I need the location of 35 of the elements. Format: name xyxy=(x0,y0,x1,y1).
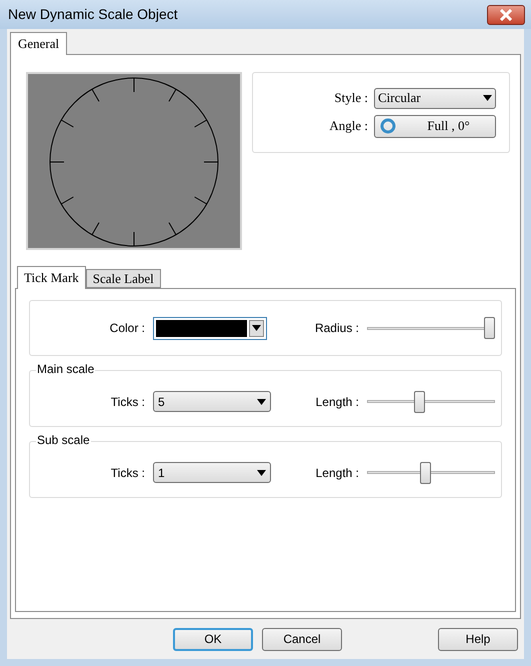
slider[interactable] xyxy=(367,460,495,484)
dropdown[interactable]: 5 xyxy=(153,391,271,412)
dialog-button[interactable]: OK xyxy=(173,628,253,650)
window-title: New Dynamic Scale Object xyxy=(8,5,178,24)
close-icon xyxy=(499,8,513,20)
close-button[interactable] xyxy=(487,4,525,24)
slider-thumb[interactable] xyxy=(484,317,495,339)
style-dropdown[interactable]: Circular xyxy=(374,88,496,108)
slider-thumb[interactable] xyxy=(414,390,425,412)
field-label: Radius : xyxy=(314,320,360,337)
field-label: Length : xyxy=(314,464,360,482)
field-label: Angle : xyxy=(329,117,368,136)
caret-icon xyxy=(257,398,266,404)
color-picker[interactable] xyxy=(153,316,267,340)
ring-icon xyxy=(380,118,396,134)
dialog-button[interactable]: Cancel xyxy=(262,628,342,650)
angle-button[interactable]: Full , 0° xyxy=(374,114,496,138)
field-label: Color : xyxy=(108,320,146,337)
tab[interactable]: Tick Mark xyxy=(17,266,86,289)
caret-icon xyxy=(483,95,492,101)
caret-icon[interactable] xyxy=(249,320,264,336)
tab[interactable]: General xyxy=(10,32,68,55)
field-label: Ticks : xyxy=(110,394,146,410)
group-title: Sub scale xyxy=(36,433,91,447)
group-title: Main scale xyxy=(36,362,96,376)
slider[interactable] xyxy=(367,390,495,414)
slider-thumb[interactable] xyxy=(420,462,431,484)
field-label: Ticks : xyxy=(110,464,146,482)
dialog-button[interactable]: Help xyxy=(438,628,518,650)
slider[interactable] xyxy=(367,316,495,340)
caret-icon xyxy=(257,470,266,476)
dropdown[interactable]: 1 xyxy=(153,462,271,483)
field-label: Style : xyxy=(334,89,368,108)
field-label: Length : xyxy=(314,394,360,410)
tab[interactable]: Scale Label xyxy=(86,269,161,288)
